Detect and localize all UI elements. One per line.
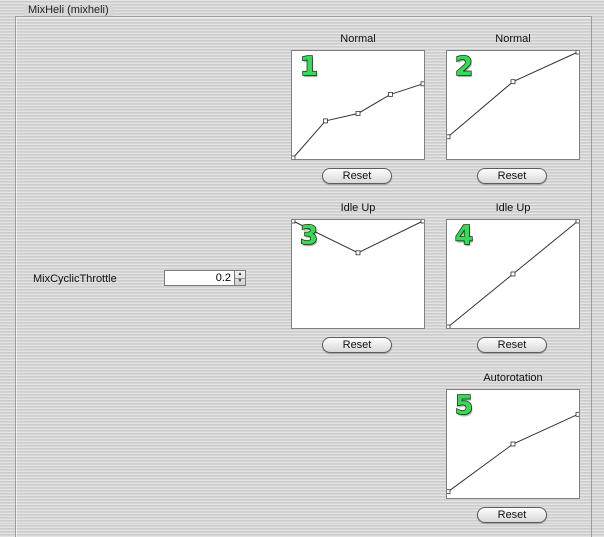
curve-point-handle[interactable] [575,51,579,55]
curve-1-badge: 1 [299,52,319,82]
curve-1-title: Normal [340,33,376,45]
curve-line [292,83,424,159]
curve-point-handle[interactable] [420,81,424,87]
mix-cyclic-throttle-spinbox: ▲ ▼ [164,270,246,286]
curve-point-handle[interactable] [575,220,579,224]
curve-4-reset-button[interactable]: Reset [477,337,547,353]
curve-3-reset-button[interactable]: Reset [322,337,392,353]
curve-point-handle[interactable] [420,220,424,224]
curve-5-editor[interactable]: 5 [446,389,580,499]
spin-buttons: ▲ ▼ [234,270,246,286]
curve-point-handle[interactable] [447,324,451,328]
curve-point-handle[interactable] [447,134,451,140]
curve-2-editor[interactable]: 2 [446,50,580,160]
curve-point-handle[interactable] [510,79,516,85]
curve-4-editor[interactable]: 4 [446,219,580,329]
curve-point-handle[interactable] [292,220,296,224]
curve-5-reset-button[interactable]: Reset [477,507,547,523]
curve-point-handle[interactable] [323,118,328,124]
curve-line [447,413,579,493]
curve-5-badge: 5 [454,391,474,421]
arrow-down-icon: ▼ [237,278,243,285]
curve-point-handle[interactable] [388,92,393,97]
curve-point-handle[interactable] [447,489,451,495]
curve-5-title: Autorotation [483,372,543,384]
curve-4-title: Idle Up [495,202,531,214]
curve-3-badge: 3 [299,221,319,251]
curve-point-handle[interactable] [292,155,296,159]
curve-3-editor[interactable]: 3 [291,219,425,329]
curve-2-reset-button[interactable]: Reset [477,168,547,184]
mix-cyclic-throttle-input[interactable] [164,270,234,286]
curve-point-handle[interactable] [510,271,516,277]
curve-point-handle[interactable] [355,250,361,256]
group-title: MixHeli (mixheli) [24,4,113,16]
arrow-up-icon: ▲ [237,270,243,277]
curve-3-title: Idle Up [340,202,376,214]
curve-point-handle[interactable] [355,111,361,116]
curve-point-handle[interactable] [575,411,579,417]
curve-2-title: Normal [495,33,531,45]
curve-4-badge: 4 [454,221,474,251]
spin-down-button[interactable]: ▼ [235,279,245,286]
curve-1-reset-button[interactable]: Reset [322,168,392,184]
curve-point-handle[interactable] [510,441,516,447]
curve-2-badge: 2 [454,52,474,82]
curve-1-editor[interactable]: 1 [291,50,425,160]
mix-cyclic-throttle-label: MixCyclicThrottle [33,273,117,285]
